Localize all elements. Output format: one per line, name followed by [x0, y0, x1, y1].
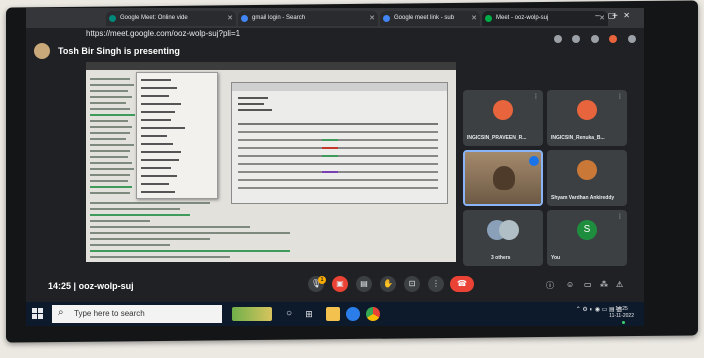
- context-menu: [136, 72, 218, 199]
- close-icon[interactable]: ✕: [471, 11, 477, 26]
- weather-widget-icon[interactable]: [232, 307, 272, 321]
- meeting-controls-bar: 14:25 | ooz-wolp-suj 🎙 1 ▣ ▤ ✋ ⊡ ⋮ ☎ ⓘ ☺…: [26, 270, 644, 302]
- search-favicon: [241, 15, 248, 22]
- captions-button[interactable]: ▤: [356, 276, 372, 292]
- avatar: [34, 43, 50, 59]
- address-bar[interactable]: https://meet.google.com/ooz-wolp-suj?pli…: [26, 28, 644, 43]
- close-icon[interactable]: ✕: [369, 11, 375, 26]
- search-placeholder: Type here to search: [74, 309, 145, 318]
- close-icon[interactable]: ✕: [227, 11, 233, 26]
- meet-favicon: [109, 15, 116, 22]
- browser-tab[interactable]: gmail login - Search ✕: [238, 11, 378, 26]
- meet-favicon: [485, 15, 492, 22]
- avatar: S: [577, 220, 597, 240]
- windows-start-icon[interactable]: [32, 308, 44, 320]
- taskbar-clock[interactable]: 14:25 11-11-2022: [609, 306, 634, 320]
- others-tile[interactable]: 3 others: [463, 210, 543, 266]
- avatar: [499, 220, 519, 240]
- browser-tab-label: Meet - ooz-wolp-suj: [496, 15, 549, 21]
- power-led: [622, 321, 625, 324]
- participant-name: Shyam Vardhan Ankireddy: [551, 195, 615, 201]
- window-titlebar: [232, 83, 447, 91]
- camera-off-button[interactable]: ▣: [332, 276, 348, 292]
- participant-name: INGICSIN_PRAVEEN_R...: [467, 135, 527, 141]
- more-options-icon[interactable]: ⋮: [617, 214, 623, 220]
- self-tile[interactable]: S ⋮ You: [547, 210, 627, 266]
- avatar: [577, 100, 597, 120]
- participant-video-tile[interactable]: [463, 150, 543, 206]
- terminal-window: [86, 62, 456, 262]
- edge-icon[interactable]: [346, 307, 360, 321]
- file-explorer-icon[interactable]: [326, 307, 340, 321]
- speaking-indicator: [529, 156, 539, 166]
- info-icon[interactable]: ⓘ: [546, 280, 554, 291]
- more-options-button[interactable]: ⋮: [428, 276, 444, 292]
- mic-button[interactable]: 🎙 1: [308, 276, 326, 292]
- mic-off-icon: ⋮: [617, 94, 623, 100]
- search-icon: ⌕: [58, 307, 64, 318]
- browser-tab[interactable]: Google Meet: Online vide ✕: [106, 11, 236, 26]
- browser-tab-label: gmail login - Search: [252, 15, 306, 21]
- data-table-window: [231, 82, 448, 204]
- meeting-time: 14:25: [48, 281, 72, 291]
- mic-off-icon: ⋮: [533, 94, 539, 100]
- presenter-banner: Tosh Bir Singh is presenting: [26, 42, 644, 62]
- screen: Google Meet: Online vide ✕ gmail login -…: [26, 8, 644, 326]
- meeting-code: ooz-wolp-suj: [78, 281, 134, 291]
- window-controls[interactable]: –▢✕: [595, 11, 638, 20]
- notification-badge: 1: [318, 276, 326, 284]
- clock-time: 14:25: [615, 306, 628, 312]
- person-silhouette: [493, 166, 515, 190]
- shared-screen: [86, 62, 456, 262]
- browser-toolbar-icons: [548, 30, 638, 43]
- presenter-text: Tosh Bir Singh is presenting: [58, 46, 180, 56]
- present-button[interactable]: ⊡: [404, 276, 420, 292]
- browser-tab-label: Google meet link - sub: [394, 15, 455, 21]
- chrome-icon[interactable]: [366, 307, 380, 321]
- search-favicon: [383, 15, 390, 22]
- widgets-icon[interactable]: ⊞: [302, 307, 316, 321]
- participant-tile[interactable]: ⋮ INGICSIN_PRAVEEN_R...: [463, 90, 543, 146]
- windows-taskbar: ⌕ Type here to search ○ ⊞ ⌃ ⚙ ◐ ◉ ▭ ▤ ▥ …: [26, 302, 644, 326]
- participant-name: INGICSIN_Renuka_B...: [551, 135, 605, 141]
- browser-tab-active[interactable]: Meet - ooz-wolp-suj ✕: [482, 11, 608, 26]
- participant-name: 3 others: [491, 255, 511, 261]
- end-call-button[interactable]: ☎: [450, 276, 474, 292]
- avatar: [493, 100, 513, 120]
- participant-tile[interactable]: Shyam Vardhan Ankireddy: [547, 150, 627, 206]
- meeting-info: 14:25 | ooz-wolp-suj: [48, 281, 134, 291]
- host-controls-icon[interactable]: ⚠: [616, 280, 623, 289]
- task-view-icon[interactable]: ○: [282, 307, 296, 321]
- terminal-menubar: [86, 62, 456, 70]
- avatar: [577, 160, 597, 180]
- people-icon[interactable]: ☺: [566, 280, 574, 289]
- participant-tile[interactable]: ⋮ INGICSIN_Renuka_B...: [547, 90, 627, 146]
- url-text[interactable]: https://meet.google.com/ooz-wolp-suj?pli…: [86, 29, 240, 38]
- taskbar-search[interactable]: ⌕ Type here to search: [52, 305, 222, 323]
- browser-tab-strip: Google Meet: Online vide ✕ gmail login -…: [26, 8, 644, 28]
- chat-icon[interactable]: ▭: [584, 280, 592, 289]
- participant-name: You: [551, 255, 561, 261]
- activities-icon[interactable]: ⁂: [600, 280, 608, 289]
- clock-date: 11-11-2022: [609, 313, 634, 319]
- browser-tab-label: Google Meet: Online vide: [120, 15, 188, 21]
- browser-tab[interactable]: Google meet link - sub ✕: [380, 11, 480, 26]
- raise-hand-button[interactable]: ✋: [380, 276, 396, 292]
